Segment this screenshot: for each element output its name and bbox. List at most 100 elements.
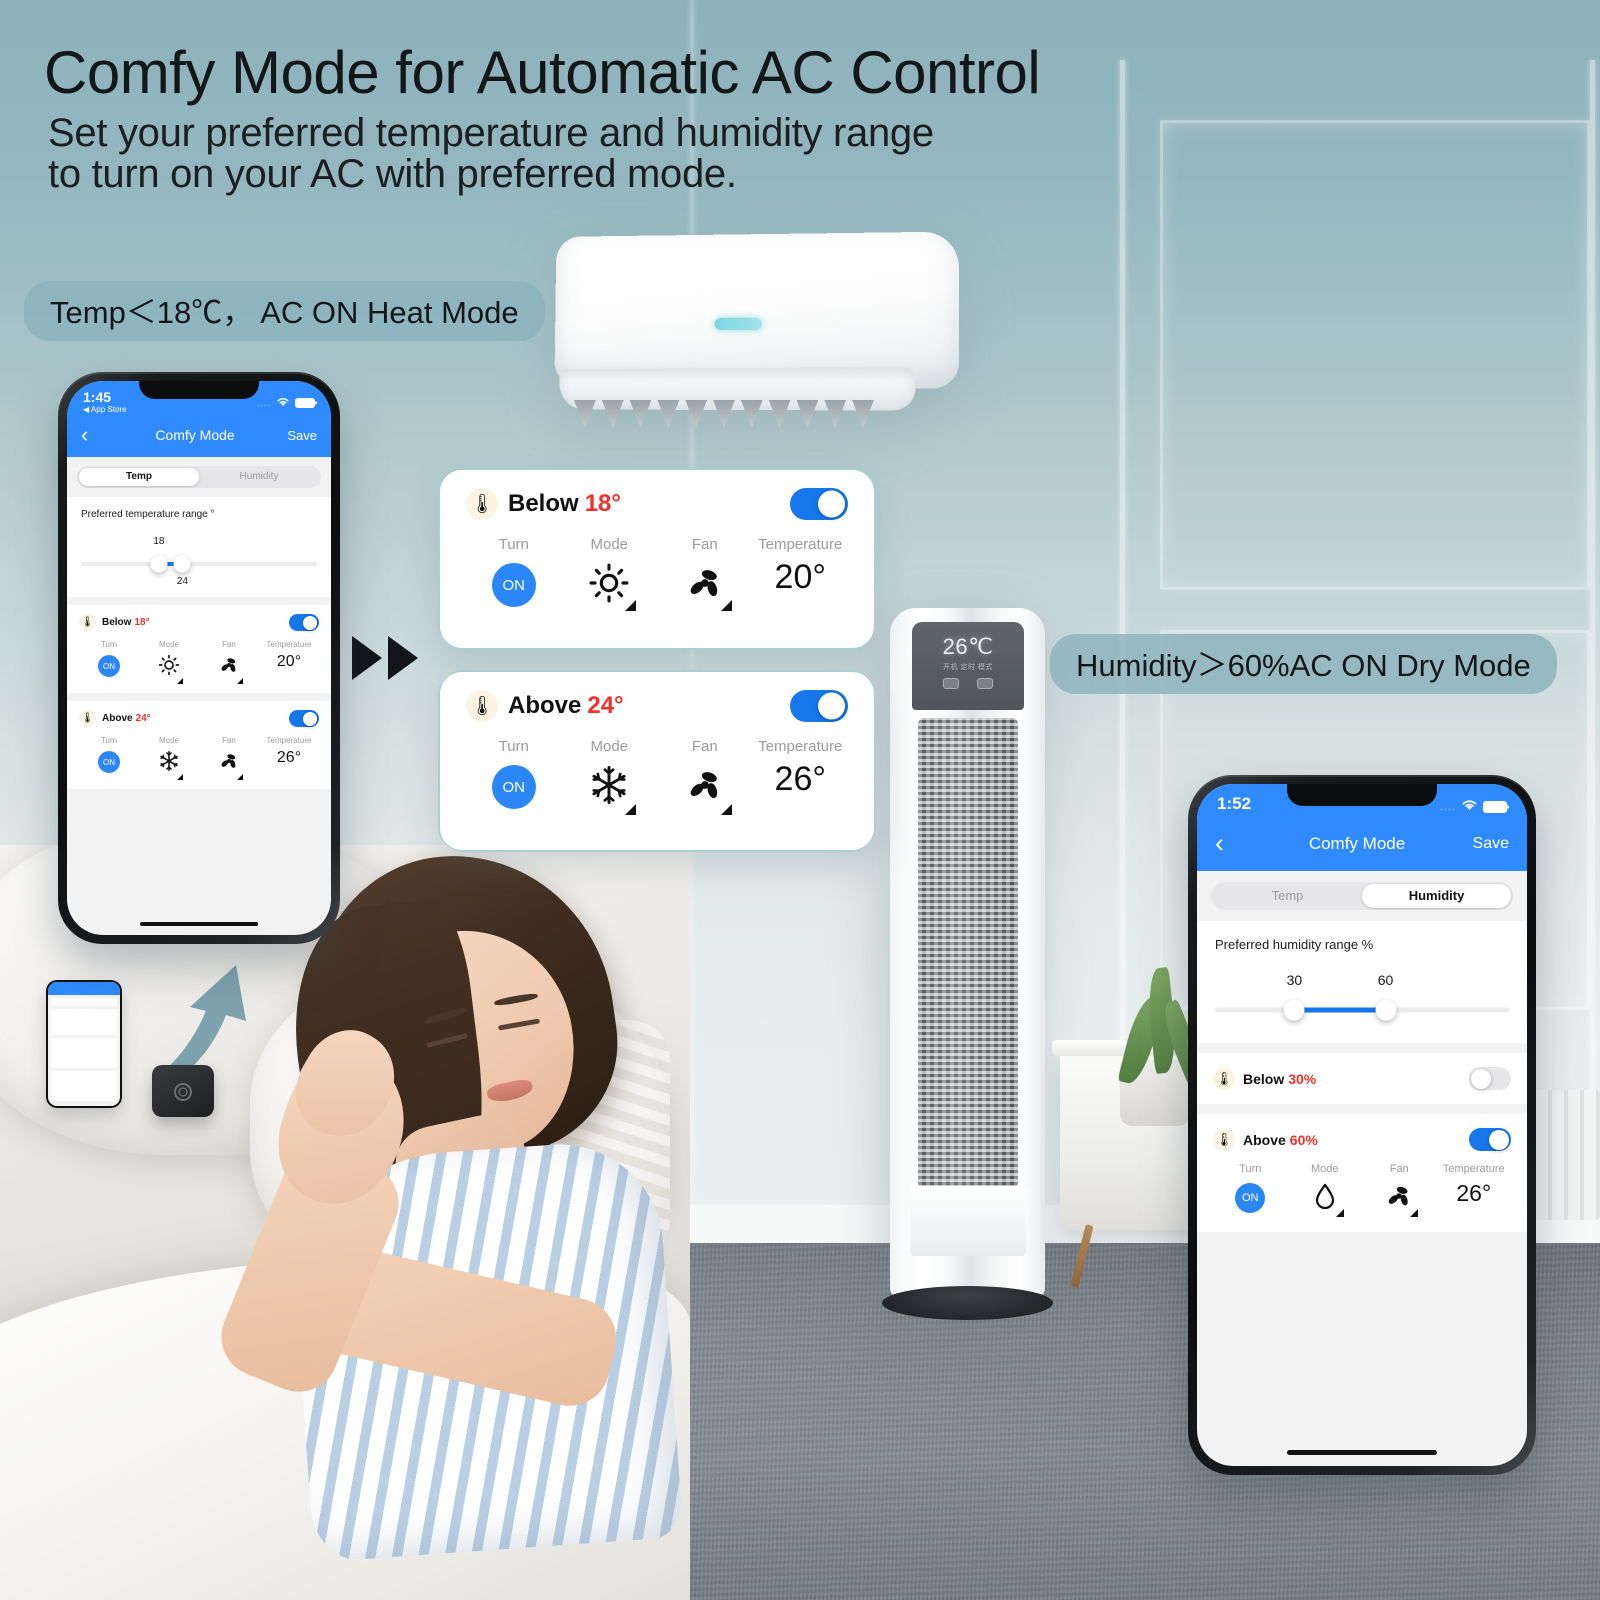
back-button[interactable]: ‹ [1215,830,1245,857]
phone-temp-screen: 1:45 ◀ App Store .... ‹ Comfy Mode Save … [67,381,331,935]
fan-icon[interactable] [684,562,732,611]
tower-base [882,1286,1053,1320]
control-mode[interactable]: Mode [139,640,199,684]
thermometer-icon: 🌡 [79,710,96,727]
control-fan[interactable]: Fan [1362,1163,1437,1217]
humidity-max-value: 60 [1377,972,1394,988]
tower-button-power[interactable] [943,678,959,689]
temp-range-slider[interactable]: 18 24 [81,536,317,587]
sun-icon[interactable] [588,562,637,611]
tower-buttons[interactable] [912,678,1024,689]
humidity-range-slider[interactable]: 30 60 [1215,972,1509,1021]
fan-icon[interactable] [218,750,243,780]
mini-phone-thumbnail[interactable] [46,980,122,1108]
callout-above-controls: Turn ON Mode Fan Temperature 26° [466,738,849,815]
wifi-icon [276,394,290,412]
control-fan[interactable]: Fan [199,640,259,684]
control-turn[interactable]: Turn ON [79,736,139,777]
tab-temp[interactable]: Temp [1213,884,1362,908]
control-turn[interactable]: Turn ON [79,640,139,681]
tab-humidity[interactable]: Humidity [1362,884,1511,908]
mini-phone-range-card [51,1009,117,1035]
control-temperature-label: Temperature [266,640,312,649]
rule-above-toggle[interactable] [1469,1128,1511,1151]
slider-thumb-min[interactable] [150,555,168,573]
rule-above-toggle[interactable] [289,710,319,727]
control-temperature-value[interactable]: 20° [277,653,301,671]
control-turn-value[interactable]: ON [98,751,120,773]
control-temperature-value[interactable]: 20° [775,558,826,597]
control-fan-label: Fan [1389,1163,1409,1175]
thermometer-icon: 🌡 [466,690,498,722]
battery-icon [1483,801,1507,813]
slider-thumb-max[interactable] [173,555,191,573]
rule-below-toggle[interactable] [1469,1067,1511,1090]
slider-thumb-min[interactable] [1283,999,1305,1021]
tab-temp-label: Temp [1271,888,1304,903]
tab-humidity[interactable]: Humidity [199,468,319,486]
temp-min-value: 18 [153,536,165,547]
fan-icon[interactable] [218,654,243,684]
control-mode[interactable]: Mode [562,738,658,815]
save-button[interactable]: Save [1469,835,1509,853]
callout-above-toggle[interactable] [790,690,848,722]
save-button[interactable]: Save [283,428,317,443]
control-turn-label: Turn [100,640,118,649]
rule-above-condition-value: 60% [1289,1131,1318,1148]
back-button[interactable]: ‹ [81,424,107,446]
control-fan[interactable]: Fan [657,738,753,815]
control-temperature[interactable]: Temperature 20° [259,640,319,681]
control-temperature[interactable]: Temperature 26° [259,736,319,777]
control-fan[interactable]: Fan [199,736,259,780]
control-temperature-value[interactable]: 26° [277,749,301,767]
control-turn-value[interactable]: ON [491,765,536,809]
control-turn-value[interactable]: ON [98,655,120,677]
tab-temp-label: Temp [126,471,152,482]
droplet-icon[interactable] [1310,1181,1344,1217]
control-turn-label: Turn [498,738,529,755]
fan-icon[interactable] [684,764,732,815]
control-temperature-value[interactable]: 26° [775,760,826,799]
sun-icon[interactable] [158,654,183,684]
tab-temp[interactable]: Temp [79,468,199,486]
control-temperature[interactable]: Temperature 20° [753,536,849,609]
phone-humidity-time: 1:52 [1217,794,1252,813]
phone-humidity-rule-card-below: 🌡 Below 30% [1197,1053,1527,1104]
control-turn[interactable]: Turn ON [1213,1163,1288,1216]
phone-humidity-signal-dots: .... [1439,801,1456,813]
control-fan[interactable]: Fan [657,536,753,611]
snowflake-icon[interactable] [588,764,637,815]
snowflake-icon[interactable] [158,750,183,780]
control-mode-label: Mode [158,640,179,649]
phone-temp-return-app[interactable]: ◀ App Store [83,405,127,414]
phone-temp-nav-title: Comfy Mode [155,427,235,443]
chevron-corner-icon [237,678,243,684]
control-mode[interactable]: Mode [562,536,658,611]
rule-above-header: 🌡 Above 60% [1213,1128,1511,1151]
rule-below-toggle[interactable] [289,614,319,631]
control-temperature-label: Temperature [1442,1163,1505,1175]
fan-icon[interactable] [1384,1181,1419,1217]
control-turn-label: Turn [498,536,529,553]
control-temperature-value[interactable]: 26° [1456,1180,1491,1207]
slider-fill [1294,1007,1386,1013]
tower-button-mode[interactable] [977,678,993,689]
control-turn-value[interactable]: ON [491,563,536,607]
control-turn[interactable]: Turn ON [466,738,562,811]
rule-below-condition-value: 18° [134,617,150,628]
callout-below-toggle[interactable] [790,488,848,520]
control-turn-value[interactable]: ON [1235,1183,1266,1213]
slider-thumb-max[interactable] [1375,999,1397,1021]
control-temperature[interactable]: Temperature 26° [1437,1163,1512,1216]
phone-temp-rule-card-above: 🌡 Above 24° Turn ON Mode Fan Temperature… [67,701,331,789]
control-mode[interactable]: Mode [139,736,199,780]
control-mode[interactable]: Mode [1288,1163,1363,1217]
rule-above-controls: Turn ON Mode Fan Temperature 26° [79,736,319,780]
control-temperature[interactable]: Temperature 26° [753,738,849,811]
control-turn[interactable]: Turn ON [466,536,562,609]
ac-louver-fins [574,400,874,428]
page-subtitle-line2: to turn on your AC with preferred mode. [48,152,737,197]
fast-forward-icon [352,636,418,680]
phone-humidity-tabs[interactable]: Temp Humidity [1211,882,1513,910]
phone-temp-tabs[interactable]: Temp Humidity [77,466,321,488]
